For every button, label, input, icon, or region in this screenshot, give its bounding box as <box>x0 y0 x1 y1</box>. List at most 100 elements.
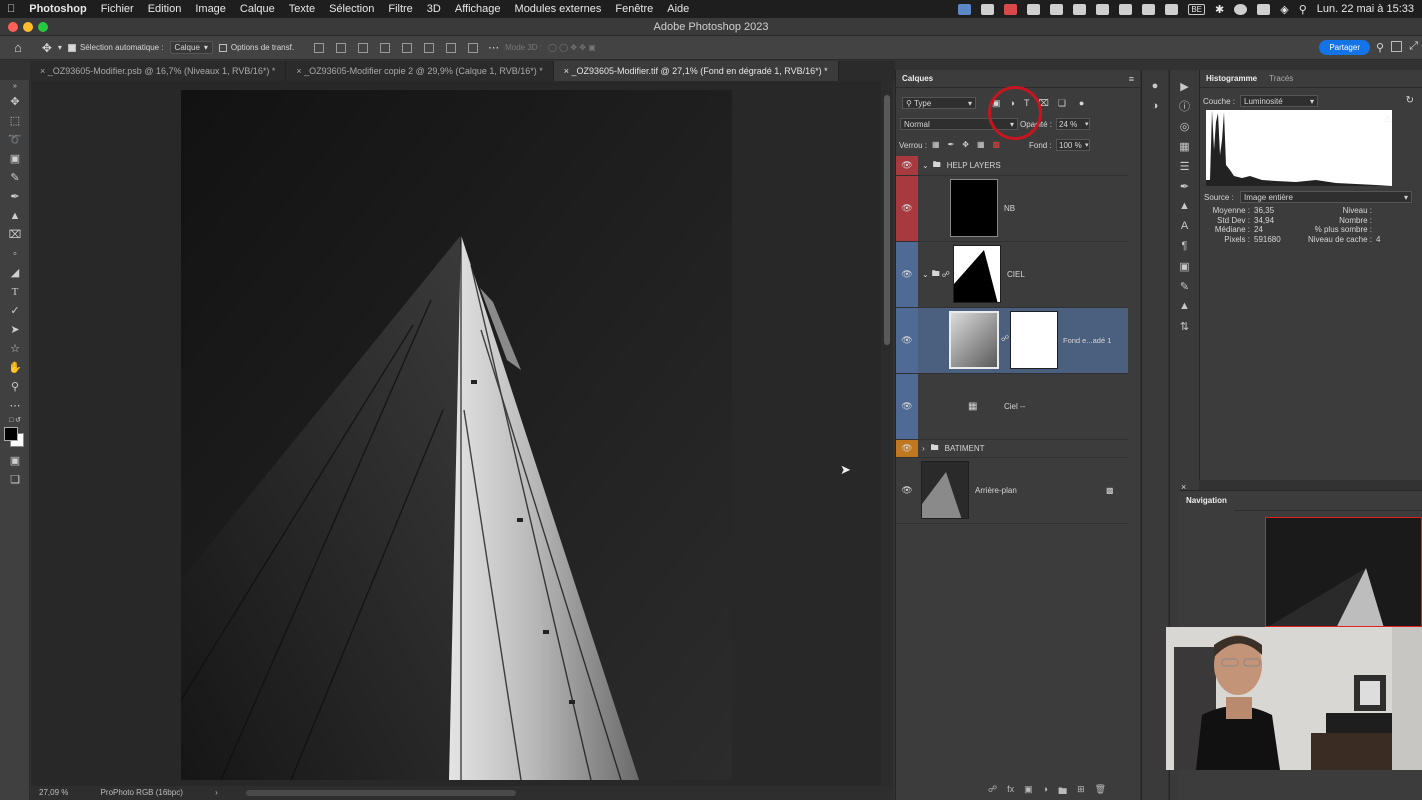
layer-name[interactable]: CIEL <box>1007 270 1025 279</box>
lock-all-icon[interactable]: ▩ <box>993 140 1001 149</box>
fx-icon[interactable]: fx <box>1007 784 1014 800</box>
add-mask-icon[interactable]: ▣ <box>1024 784 1033 800</box>
auto-select-checkbox[interactable] <box>67 43 76 52</box>
link-layers-icon[interactable]: ☍ <box>988 784 997 800</box>
workspace-icon[interactable] <box>1391 41 1402 52</box>
lock-position-icon[interactable]: ✥ <box>962 140 969 149</box>
zoom-window-button[interactable] <box>38 22 48 32</box>
chevron-right-icon[interactable]: › <box>215 788 218 797</box>
tab-document-2[interactable]: × _OZ93605-Modifier copie 2 @ 29,9% (Cal… <box>286 61 554 81</box>
menu-fenetre[interactable]: Fenêtre <box>608 3 660 15</box>
navigator-title[interactable]: Navigation <box>1179 491 1234 511</box>
share-button[interactable]: Partager <box>1319 40 1370 55</box>
chevron-down-icon[interactable]: ▾ <box>1085 120 1089 128</box>
layer-thumbnail[interactable] <box>950 179 998 237</box>
new-layer-icon[interactable]: ⊞ <box>1077 784 1085 800</box>
status-icon[interactable] <box>1096 3 1110 15</box>
menu-filtre[interactable]: Filtre <box>381 3 419 15</box>
group-mask-thumbnail[interactable] <box>953 245 1001 303</box>
layer-group-ciel[interactable]: 👁 ⌄ 🖿 ☍ CIEL <box>896 242 1128 308</box>
document-image[interactable] <box>181 90 732 780</box>
visibility-eye-icon[interactable]: 👁 <box>896 176 918 241</box>
adjustments-icon[interactable]: ◑ <box>1142 96 1168 116</box>
visibility-eye-icon[interactable]: 👁 <box>896 458 918 523</box>
align-center-icon[interactable] <box>336 42 347 53</box>
visibility-eye-icon[interactable]: 👁 <box>896 156 918 175</box>
distribute-vertical-icon[interactable] <box>468 42 479 53</box>
move-tool-icon[interactable]: ✥ <box>42 41 52 55</box>
eraser-tool-icon[interactable]: ◦ <box>0 244 30 263</box>
apple-icon[interactable]:  <box>0 3 22 15</box>
color-icon[interactable]: ● <box>1142 76 1168 96</box>
menu-texte[interactable]: Texte <box>282 3 322 15</box>
quick-mask-icon[interactable]: ▣ <box>0 451 30 470</box>
layer-nb[interactable]: 👁 NB <box>896 176 1128 242</box>
transform-checkbox[interactable] <box>218 43 227 52</box>
auto-select-dropdown[interactable]: Calque ▾ <box>169 41 213 54</box>
visibility-eye-icon[interactable]: 👁 <box>896 440 918 457</box>
marquee-tool-icon[interactable]: ⬚ <box>0 111 30 130</box>
shape-tool-icon[interactable]: ☆ <box>0 339 30 358</box>
zoom-tool-icon[interactable]: ⚲ <box>0 377 30 396</box>
character-icon[interactable]: A <box>1170 216 1199 236</box>
bucket-tool-icon[interactable]: ◢ <box>0 263 30 282</box>
refresh-icon[interactable]: ↻ <box>1406 95 1414 106</box>
status-icon[interactable] <box>1027 3 1041 15</box>
layer-mask-thumbnail[interactable] <box>1010 311 1058 369</box>
layer-name[interactable]: BATIMENT <box>945 444 985 453</box>
menu-app[interactable]: Photoshop <box>22 3 93 15</box>
notes-icon[interactable]: ✎ <box>1170 276 1199 296</box>
clone-source-icon[interactable]: ▲ <box>1170 196 1199 216</box>
wifi-icon[interactable]: ◈ <box>1280 3 1288 16</box>
smart-object-filter-icon[interactable]: ❏ <box>1058 98 1066 109</box>
status-app-icon[interactable] <box>958 3 972 15</box>
brushes-icon[interactable]: ✒ <box>1170 176 1199 196</box>
eyedropper-tool-icon[interactable]: ✎ <box>0 168 30 187</box>
warning-icon[interactable]: ⚠ <box>1383 114 1392 125</box>
trash-icon[interactable]: 🗑 <box>1095 784 1106 800</box>
libraries-icon[interactable]: ▲ <box>1170 296 1199 316</box>
layer-ciel-adjustment[interactable]: 👁 ▦ Ciel -- <box>896 374 1128 440</box>
distribute-icon[interactable] <box>380 42 391 53</box>
layer-name[interactable]: NB <box>1004 204 1015 213</box>
panel-menu-icon[interactable]: ≡ <box>1129 74 1134 84</box>
3d-icon[interactable]: ◎ <box>1170 116 1199 136</box>
more-options-icon[interactable]: ⋯ <box>488 41 499 54</box>
frame-tool-icon[interactable]: ⌧ <box>0 225 30 244</box>
visibility-eye-icon[interactable]: 👁 <box>896 242 918 307</box>
play-icon[interactable]: ▶ <box>1170 76 1199 96</box>
menu-edition[interactable]: Edition <box>141 3 189 15</box>
table-icon[interactable]: ▦ <box>1170 136 1199 156</box>
source-dropdown[interactable]: Image entière ▾ <box>1240 191 1412 203</box>
layer-group-help-layers[interactable]: 👁 ⌄ 🖿 HELP LAYERS <box>896 156 1128 176</box>
tab-histogramme[interactable]: Histogramme <box>1200 70 1264 87</box>
search-icon[interactable]: ⚲ <box>1376 41 1384 54</box>
menu-aide[interactable]: Aide <box>660 3 696 15</box>
align-bottom-icon[interactable] <box>446 42 457 53</box>
info-icon[interactable]: ⓘ <box>1170 96 1199 116</box>
stamp-tool-icon[interactable]: ▲ <box>0 206 30 225</box>
status-icon[interactable] <box>1050 3 1064 15</box>
lock-artboard-icon[interactable]: ▦ <box>977 140 985 149</box>
hand-tool-icon[interactable]: ✋ <box>0 358 30 377</box>
align-top-icon[interactable] <box>402 42 413 53</box>
move-tool-icon[interactable]: ✥ <box>0 92 30 111</box>
bluetooth-icon[interactable]: ✱ <box>1215 3 1224 16</box>
minimize-window-button[interactable] <box>23 22 33 32</box>
paragraph-icon[interactable]: ¶ <box>1170 236 1199 256</box>
align-left-icon[interactable] <box>314 42 325 53</box>
expand-icon[interactable]: ⤢ <box>1409 40 1418 53</box>
layer-name[interactable]: Arrière-plan <box>975 486 1017 495</box>
type-tool-icon[interactable]: T <box>0 282 30 301</box>
status-icon[interactable] <box>1165 3 1179 15</box>
menu-modules[interactable]: Modules externes <box>508 3 609 15</box>
more-tools-icon[interactable]: ⋯ <box>0 396 30 415</box>
zoom-level[interactable]: 27,09 % <box>39 788 68 797</box>
expand-chevron-icon[interactable]: ⌄ <box>922 270 929 279</box>
layer-name[interactable]: Fond e...adé 1 <box>1063 336 1111 345</box>
home-icon[interactable]: ⌂ <box>14 40 22 55</box>
layer-gradient-fill-selected[interactable]: 👁 ☍ Fond e...adé 1 <box>896 308 1128 374</box>
menu-fichier[interactable]: Fichier <box>94 3 141 15</box>
user-icon[interactable] <box>1234 3 1248 15</box>
lock-transparency-icon[interactable]: ▦ <box>932 140 940 149</box>
